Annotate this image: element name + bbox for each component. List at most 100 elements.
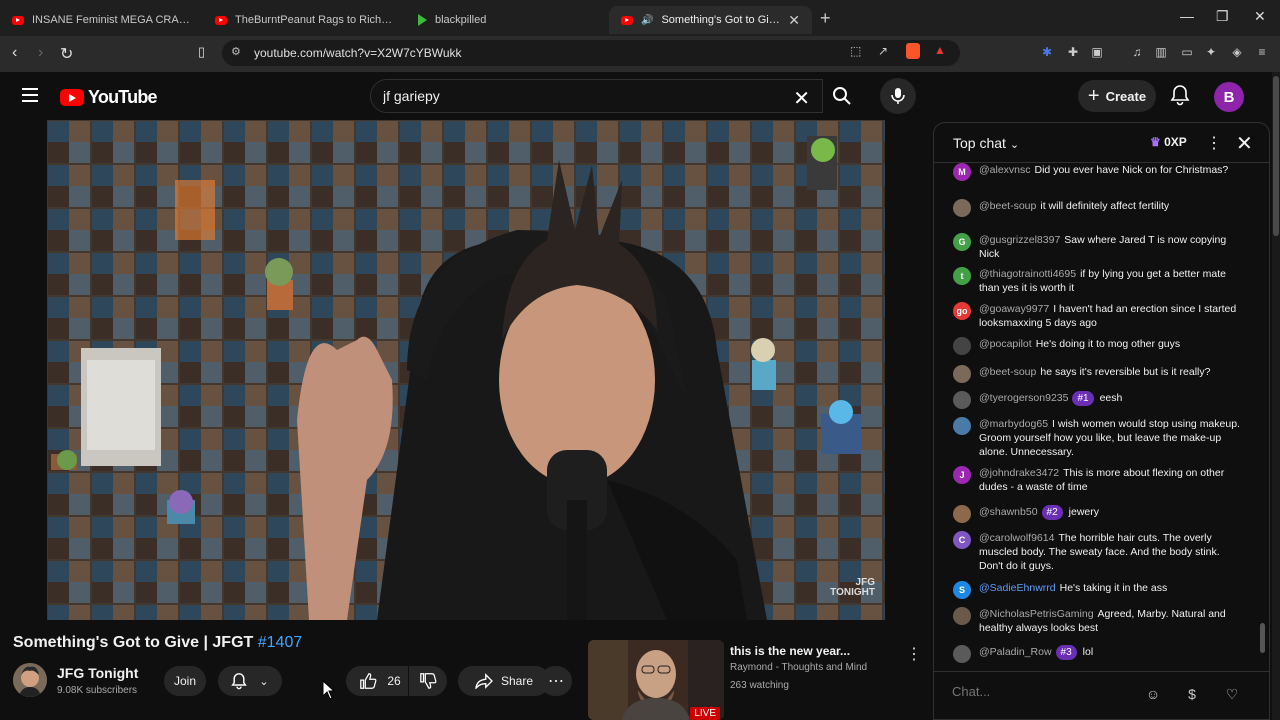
vpn-icon[interactable]: ◈ <box>1230 45 1244 59</box>
more-vertical-icon[interactable]: ⋮ <box>1206 133 1222 153</box>
chat-author-name[interactable]: @goaway9977 <box>979 303 1049 315</box>
chat-author-avatar[interactable] <box>953 607 971 625</box>
page-scroll-thumb[interactable] <box>1273 76 1279 236</box>
close-chat-icon[interactable]: ✕ <box>1236 131 1253 156</box>
chat-message[interactable]: @shawnb50 #2 jewery <box>953 505 1243 523</box>
close-tab-icon[interactable]: ✕ <box>788 12 800 29</box>
clear-search-icon[interactable]: ✕ <box>793 86 810 111</box>
chat-author-name[interactable]: @marbydog65 <box>979 418 1048 430</box>
chat-message[interactable]: @beet-soup he says it's reversible but is… <box>953 365 1243 383</box>
forward-icon[interactable]: › <box>38 44 43 62</box>
chat-author-avatar[interactable] <box>953 505 971 523</box>
bookmark-icon[interactable]: ▯ <box>198 44 205 60</box>
chat-mode-dropdown[interactable]: Top chat ⌄ <box>953 135 1019 151</box>
super-chat-icon[interactable]: $ <box>1182 684 1202 704</box>
leo-icon[interactable]: ✦ <box>1204 45 1218 59</box>
hashtag-link[interactable]: #1407 <box>258 634 303 651</box>
chat-message[interactable]: S @SadieEhnwrrd He's taking it in the ass <box>953 581 1243 599</box>
chat-message[interactable]: C @carolwolf9614 The horrible hair cuts. T… <box>953 531 1243 573</box>
page-scrollbar[interactable] <box>1272 72 1280 720</box>
new-tab-icon[interactable]: + <box>820 8 831 29</box>
chat-author-avatar[interactable]: t <box>953 267 971 285</box>
site-info-icon[interactable]: ⚙ <box>231 45 241 58</box>
browser-tab[interactable]: INSANE Feminist MEGA CRASHOUT <box>0 6 203 34</box>
chat-input[interactable] <box>952 684 1132 699</box>
install-icon[interactable]: ⬚ <box>850 44 861 58</box>
more-vertical-icon[interactable]: ⋮ <box>906 644 922 664</box>
chat-author-name[interactable]: @carolwolf9614 <box>979 532 1054 544</box>
chat-author-avatar[interactable] <box>953 645 971 663</box>
chat-author-name[interactable]: @SadieEhnwrrd <box>979 582 1056 594</box>
back-icon[interactable]: ‹ <box>12 44 17 62</box>
channel-name[interactable]: JFG Tonight <box>57 665 138 681</box>
chat-author-avatar[interactable] <box>953 199 971 217</box>
chat-author-name[interactable]: @tyerogerson9235 <box>979 392 1068 404</box>
chat-message[interactable]: M @alexvnsc Did you ever have Nick on for … <box>953 163 1243 181</box>
voice-search-button[interactable] <box>880 78 916 114</box>
recommended-channel[interactable]: Raymond - Thoughts and Mind <box>730 662 867 673</box>
chat-author-name[interactable]: @alexvnsc <box>979 164 1031 176</box>
chat-message[interactable]: @tyerogerson9235 #1 eesh <box>953 391 1243 409</box>
chat-message[interactable]: G @gusgrizzel8397 Saw where Jared T is now… <box>953 233 1243 261</box>
media-icon[interactable]: ♫ <box>1130 45 1144 59</box>
chat-author-name[interactable]: @thiagotrainotti4695 <box>979 268 1076 280</box>
chat-author-name[interactable]: @NicholasPetrisGaming <box>979 608 1094 620</box>
chat-author-name[interactable]: @beet-soup <box>979 366 1036 378</box>
video-player[interactable]: JFG TONIGHT <box>47 120 885 620</box>
heart-icon[interactable]: ♡ <box>1222 684 1242 704</box>
search-input[interactable] <box>383 88 783 104</box>
menu-icon[interactable]: ≡ <box>1255 45 1269 59</box>
account-avatar[interactable]: B <box>1214 82 1244 112</box>
join-button[interactable]: Join <box>164 666 206 696</box>
chat-author-avatar[interactable]: C <box>953 531 971 549</box>
chat-message[interactable]: @pocapilot He's doing it to mog other guy… <box>953 337 1243 355</box>
recommended-title[interactable]: this is the new year... <box>730 644 850 658</box>
browser-tab-active[interactable]: 🔊 Something's Got to Give | JFGT ✕ <box>609 6 812 34</box>
chat-author-avatar[interactable] <box>953 417 971 435</box>
screenshot-icon[interactable]: ▣ <box>1090 45 1104 59</box>
share-page-icon[interactable]: ↗ <box>878 44 888 58</box>
chat-message[interactable]: @beet-soup it will definitely affect fert… <box>953 199 1243 217</box>
chat-author-name[interactable]: @Paladin_Row <box>979 646 1052 658</box>
chat-author-name[interactable]: @gusgrizzel8397 <box>979 234 1060 246</box>
sidebar-icon[interactable]: ▥ <box>1154 45 1168 59</box>
omnibox[interactable]: ⚙ youtube.com/watch?v=X2W7cYBWukk ⬚ ↗ ▲ <box>222 40 960 66</box>
url-text[interactable]: youtube.com/watch?v=X2W7cYBWukk <box>254 46 462 60</box>
chat-message[interactable]: @Paladin_Row #3 lol <box>953 645 1243 663</box>
chat-author-name[interactable]: @johndrake3472 <box>979 467 1059 479</box>
like-button[interactable]: 26 <box>346 666 408 696</box>
dislike-button[interactable] <box>409 666 447 696</box>
channel-avatar[interactable] <box>13 663 47 697</box>
recommended-thumbnail[interactable]: LIVE <box>588 640 724 720</box>
minimize-icon[interactable]: — <box>1180 8 1194 24</box>
chat-author-avatar[interactable]: J <box>953 466 971 484</box>
close-window-icon[interactable]: ✕ <box>1254 8 1266 25</box>
chat-message[interactable]: J @johndrake3472 This is more about flexin… <box>953 466 1243 494</box>
notifications-bell-icon[interactable] <box>1170 84 1190 106</box>
browser-tab[interactable]: blackpilled <box>406 6 609 34</box>
chat-message[interactable]: go @goaway9977 I haven't had an erection s… <box>953 302 1243 330</box>
share-button[interactable]: Share <box>458 666 550 696</box>
chat-author-avatar[interactable]: go <box>953 302 971 320</box>
brave-rewards-icon[interactable]: ▲ <box>934 43 946 57</box>
maximize-icon[interactable]: ❐ <box>1216 8 1229 25</box>
more-actions-button[interactable]: ⋯ <box>540 666 572 696</box>
xp-badge[interactable]: ♛ 0XP <box>1150 135 1187 149</box>
chat-message[interactable]: @marbydog65 I wish women would stop using… <box>953 417 1243 459</box>
chat-author-avatar[interactable]: M <box>953 163 971 181</box>
chat-author-avatar[interactable] <box>953 337 971 355</box>
hamburger-menu-icon[interactable] <box>22 88 38 102</box>
browser-tab[interactable]: TheBurntPeanut Rags to Riches | ARC <box>203 6 406 34</box>
reload-icon[interactable]: ↻ <box>60 44 73 64</box>
wallet-icon[interactable]: ▭ <box>1180 45 1194 59</box>
chat-scroll-thumb[interactable] <box>1260 623 1265 653</box>
subscribed-bell-button[interactable]: ⌄ <box>218 666 282 696</box>
chat-author-name[interactable]: @shawnb50 <box>979 506 1038 518</box>
chat-scrollbar[interactable] <box>1259 167 1267 667</box>
chat-author-name[interactable]: @pocapilot <box>979 338 1032 350</box>
create-button[interactable]: + Create <box>1078 80 1156 112</box>
chat-author-avatar[interactable]: S <box>953 581 971 599</box>
youtube-logo[interactable]: YouTube <box>60 87 158 108</box>
chat-message[interactable]: t @thiagotrainotti4695 if by lying you get… <box>953 267 1243 295</box>
search-button[interactable] <box>822 79 862 113</box>
